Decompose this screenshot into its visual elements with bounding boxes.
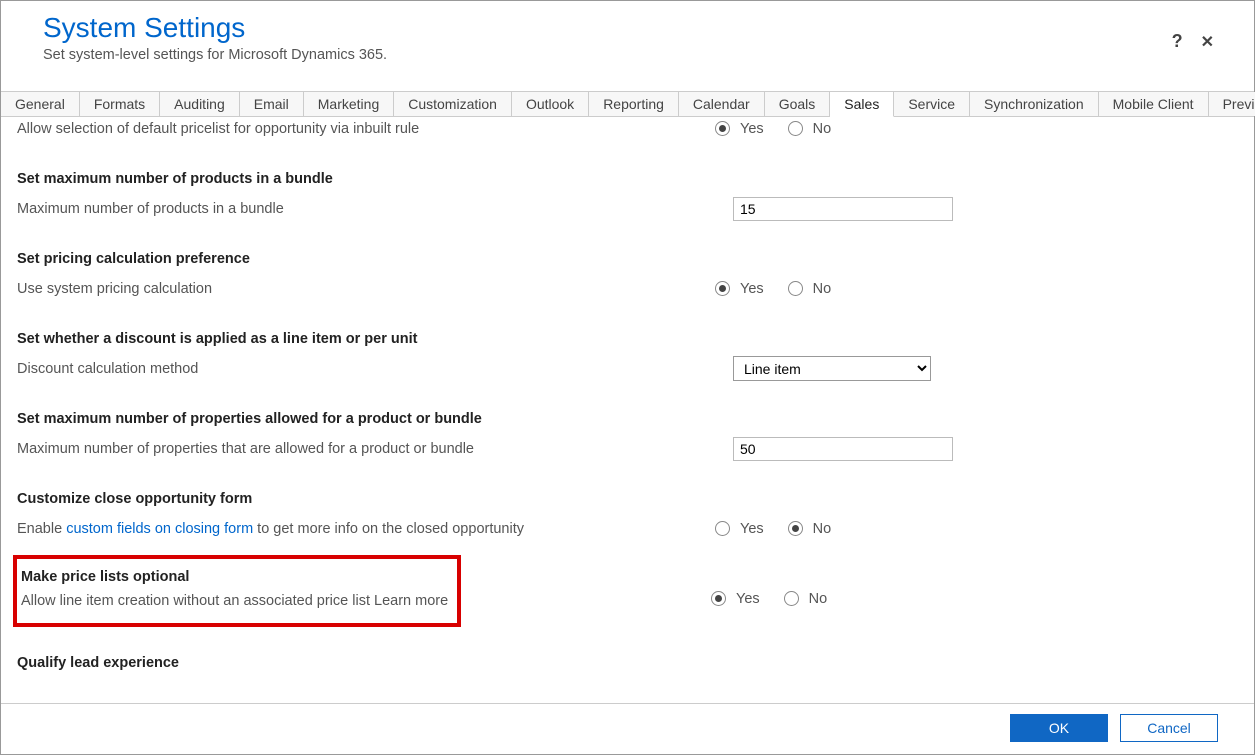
dialog-footer: OK Cancel [1,703,1254,754]
section-discount-heading: Set whether a discount is applied as a l… [17,331,1238,347]
settings-content[interactable]: Set whether the default pricelist for an… [1,117,1254,703]
tab-customization[interactable]: Customization [394,92,512,116]
tab-marketing[interactable]: Marketing [304,92,394,116]
tab-outlook[interactable]: Outlook [512,92,589,116]
tab-email[interactable]: Email [240,92,304,116]
section-close-opp-heading: Customize close opportunity form [17,491,1238,507]
price-lists-optional-yes[interactable] [711,591,726,606]
system-settings-dialog: System Settings Set system-level setting… [0,0,1255,755]
section-price-lists-optional-heading: Make price lists optional [21,569,457,585]
pricing-pref-label: Use system pricing calculation [17,281,715,297]
help-icon[interactable]: ? [1172,31,1183,52]
close-opp-no[interactable] [788,521,803,536]
pricing-pref-no[interactable] [788,281,803,296]
discount-select[interactable]: Line item [733,356,931,381]
tab-general[interactable]: General [1,92,80,116]
tab-mobile-client[interactable]: Mobile Client [1099,92,1209,116]
pricing-pref-radio-group: Yes No [715,281,849,297]
default-pricelist-no[interactable] [788,121,803,136]
tab-calendar[interactable]: Calendar [679,92,765,116]
tab-reporting[interactable]: Reporting [589,92,679,116]
tab-sales[interactable]: Sales [830,92,894,117]
close-opp-yes[interactable] [715,521,730,536]
price-lists-optional-no[interactable] [784,591,799,606]
dialog-title: System Settings [43,11,1212,45]
section-qualify-lead-heading: Qualify lead experience [17,655,1238,671]
max-bundle-label: Maximum number of products in a bundle [17,201,715,217]
tab-goals[interactable]: Goals [765,92,831,116]
default-pricelist-radio-group: Yes No [715,121,849,137]
tab-bar: General Formats Auditing Email Marketing… [1,91,1254,117]
max-props-input[interactable] [733,437,953,461]
tab-service[interactable]: Service [894,92,970,116]
dialog-subtitle: Set system-level settings for Microsoft … [43,47,1212,63]
price-lists-optional-highlight: Make price lists optional Allow line ite… [13,555,461,627]
section-max-bundle-heading: Set maximum number of products in a bund… [17,171,1238,187]
pricing-pref-yes[interactable] [715,281,730,296]
section-max-props-heading: Set maximum number of properties allowed… [17,411,1238,427]
close-icon[interactable]: ✕ [1201,32,1214,52]
default-pricelist-yes[interactable] [715,121,730,136]
close-opp-radio-group: Yes No [715,521,849,537]
price-lists-optional-radio-group: Yes No [711,591,845,607]
dialog-header: System Settings Set system-level setting… [1,1,1254,91]
ok-button[interactable]: OK [1010,714,1108,742]
default-pricelist-label: Allow selection of default pricelist for… [17,121,715,137]
tab-auditing[interactable]: Auditing [160,92,240,116]
max-props-label: Maximum number of properties that are al… [17,441,715,457]
close-opp-link[interactable]: custom fields on closing form [66,521,253,537]
tab-previews[interactable]: Previews [1209,92,1255,116]
close-opp-label: Enable custom fields on closing form to … [17,521,715,537]
price-lists-optional-label: Allow line item creation without an asso… [21,593,457,609]
tab-formats[interactable]: Formats [80,92,160,116]
discount-label: Discount calculation method [17,361,715,377]
section-pricing-pref-heading: Set pricing calculation preference [17,251,1238,267]
cancel-button[interactable]: Cancel [1120,714,1218,742]
tab-synchronization[interactable]: Synchronization [970,92,1099,116]
max-bundle-input[interactable] [733,197,953,221]
price-lists-optional-learn-more[interactable]: Learn more [374,593,448,609]
